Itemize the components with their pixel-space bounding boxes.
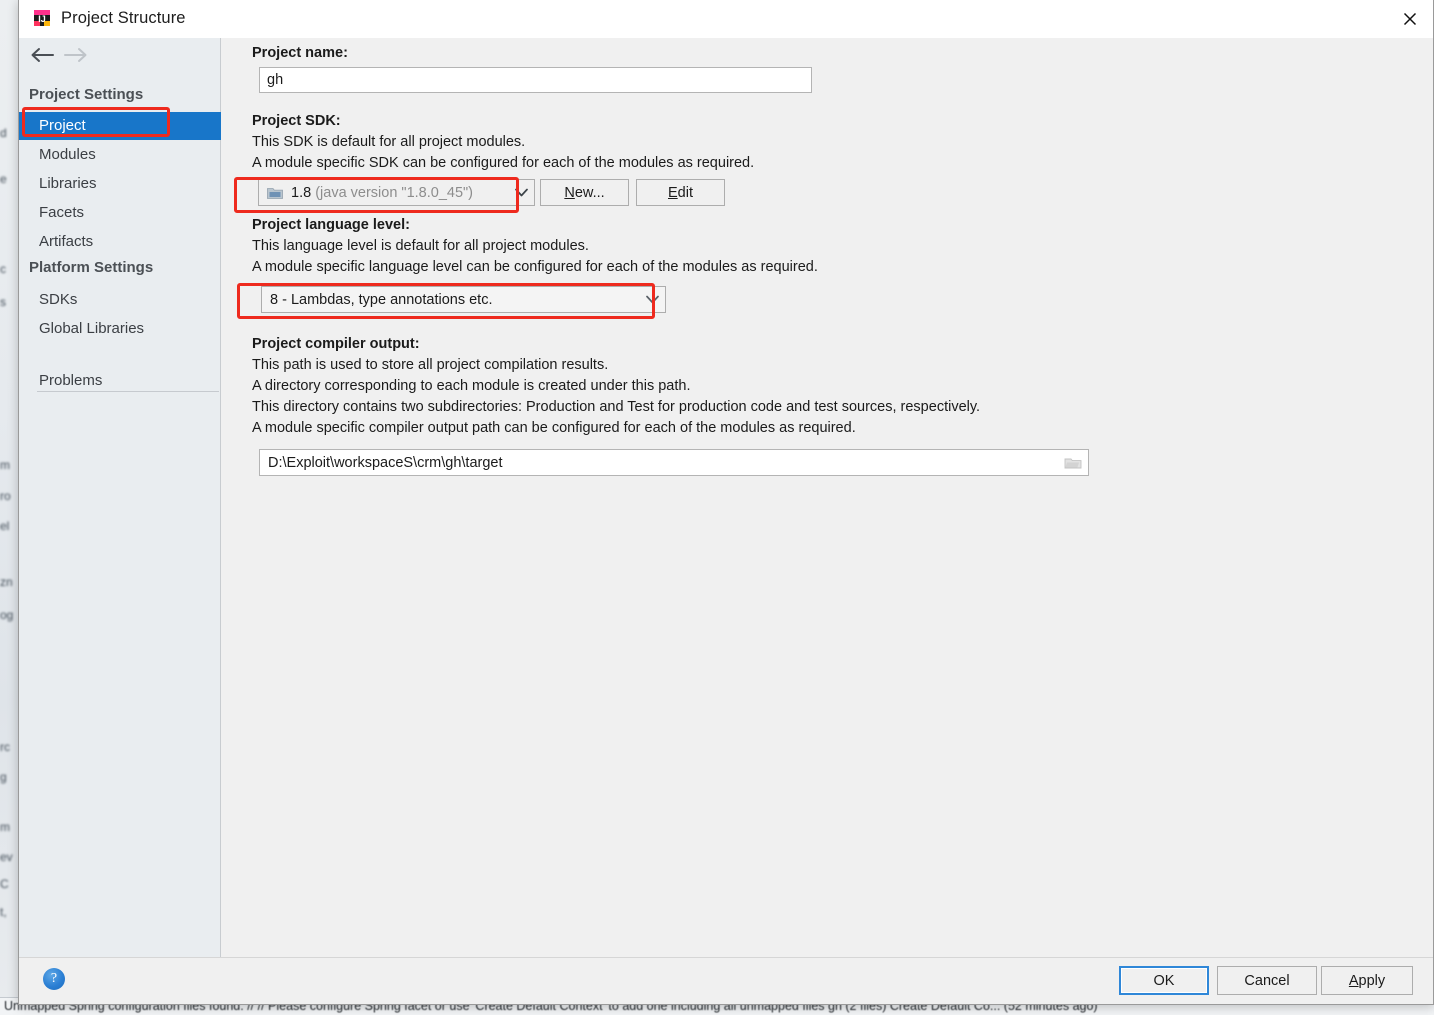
compiler-output-desc-4: A module specific compiler output path c… [252, 420, 856, 436]
sidebar-item-global-libraries[interactable]: Global Libraries [19, 315, 221, 343]
compiler-output-label: Project compiler output: [252, 336, 420, 352]
sidebar-navigation [19, 38, 221, 72]
cancel-button[interactable]: Cancel [1217, 966, 1317, 995]
backdrop-fragment: m [0, 820, 10, 834]
project-sdk-label: Project SDK: [252, 113, 341, 129]
compiler-output-desc-2: A directory corresponding to each module… [252, 378, 690, 394]
project-name-value: gh [267, 72, 283, 88]
language-level-desc-2: A module specific language level can be … [252, 259, 818, 275]
language-level-combo[interactable]: 8 - Lambdas, type annotations etc. [261, 286, 666, 313]
edit-sdk-button-label: Edit [668, 185, 693, 201]
sidebar-group-platform-settings: Platform Settings [29, 259, 153, 276]
sidebar-item-libraries[interactable]: Libraries [19, 170, 221, 198]
project-sdk-desc-1: This SDK is default for all project modu… [252, 134, 525, 150]
sidebar-group-project-settings: Project Settings [29, 86, 143, 103]
help-button-label: ? [51, 971, 57, 987]
ok-button[interactable]: OK [1119, 966, 1209, 995]
sidebar-item-problems[interactable]: Problems [19, 367, 221, 395]
chevron-down-icon[interactable] [508, 188, 534, 197]
backdrop-fragment: c [0, 262, 6, 276]
backdrop-fragment: ev [0, 850, 13, 864]
backdrop-fragment: e [0, 172, 7, 186]
compiler-output-path-value: D:\Exploit\workspaceS\crm\gh\target [260, 455, 1058, 471]
arrow-right-icon [63, 46, 89, 69]
arrow-left-icon[interactable] [29, 46, 55, 69]
project-sdk-combo[interactable]: 1.8 (java version "1.8.0_45") [258, 179, 535, 206]
compiler-output-path-input[interactable]: D:\Exploit\workspaceS\crm\gh\target [259, 449, 1089, 476]
ok-button-label: OK [1154, 973, 1175, 989]
svg-text:IJ: IJ [38, 14, 46, 24]
sidebar-item-facets[interactable]: Facets [19, 199, 221, 227]
compiler-output-desc-3: This directory contains two subdirectori… [252, 399, 980, 415]
sidebar-item-label: Global Libraries [39, 320, 144, 337]
cancel-button-label: Cancel [1244, 973, 1289, 989]
project-sdk-value: 1.8 [291, 185, 311, 201]
sidebar-item-project[interactable]: Project [19, 112, 221, 140]
backdrop-fragment: g [0, 770, 7, 784]
apply-button[interactable]: Apply [1321, 966, 1413, 995]
dialog-title-bar: IJ Project Structure [19, 0, 1433, 39]
backdrop-fragment: og [0, 608, 13, 622]
sidebar-item-label: Facets [39, 204, 84, 221]
backdrop-fragment: ro [0, 489, 11, 503]
language-level-label: Project language level: [252, 217, 410, 233]
backdrop-fragment: m [0, 458, 10, 472]
language-level-desc-1: This language level is default for all p… [252, 238, 589, 254]
new-sdk-button-label: New... [564, 185, 604, 201]
project-settings-pane: Project name: gh Project SDK: This SDK i… [221, 38, 1433, 958]
sidebar-item-label: Project [39, 117, 86, 134]
sidebar-item-label: Modules [39, 146, 96, 163]
edit-sdk-button[interactable]: Edit [636, 179, 725, 206]
dialog-body: Project Settings Project Modules Librari… [19, 38, 1433, 958]
dialog-footer: ? OK Cancel Apply [19, 957, 1433, 1004]
language-level-value: 8 - Lambdas, type annotations etc. [262, 292, 639, 308]
project-sdk-desc-2: A module specific SDK can be configured … [252, 155, 754, 171]
backdrop-fragment: el [0, 519, 9, 533]
compiler-output-desc-1: This path is used to store all project c… [252, 357, 608, 373]
settings-sidebar: Project Settings Project Modules Librari… [19, 38, 221, 958]
folder-browse-icon[interactable] [1058, 456, 1088, 470]
new-sdk-button[interactable]: New... [540, 179, 629, 206]
project-name-input[interactable]: gh [259, 67, 812, 93]
sidebar-item-label: Libraries [39, 175, 97, 192]
chevron-down-icon[interactable] [639, 295, 665, 304]
project-structure-dialog: IJ Project Structure [18, 0, 1434, 1005]
dialog-title: Project Structure [61, 9, 186, 28]
sidebar-item-label: Problems [39, 372, 102, 389]
project-name-label: Project name: [252, 45, 348, 61]
backdrop-fragment: t, [0, 905, 7, 919]
sidebar-item-label: SDKs [39, 291, 77, 308]
sdk-folder-icon [267, 186, 283, 200]
backdrop-fragment: rc [0, 740, 10, 754]
sidebar-item-modules[interactable]: Modules [19, 141, 221, 169]
backdrop-fragment: zn [0, 575, 13, 589]
backdrop-fragment: s [0, 295, 6, 309]
help-button[interactable]: ? [43, 968, 65, 990]
sidebar-item-artifacts[interactable]: Artifacts [19, 228, 221, 256]
project-sdk-detail: (java version "1.8.0_45") [315, 185, 473, 201]
backdrop-fragment: d [0, 126, 7, 140]
close-icon[interactable] [1387, 0, 1433, 38]
sidebar-item-sdks[interactable]: SDKs [19, 286, 221, 314]
intellij-idea-icon: IJ [33, 9, 51, 27]
apply-button-label: Apply [1349, 973, 1385, 989]
backdrop-fragment: C [0, 877, 9, 891]
sidebar-item-label: Artifacts [39, 233, 93, 250]
